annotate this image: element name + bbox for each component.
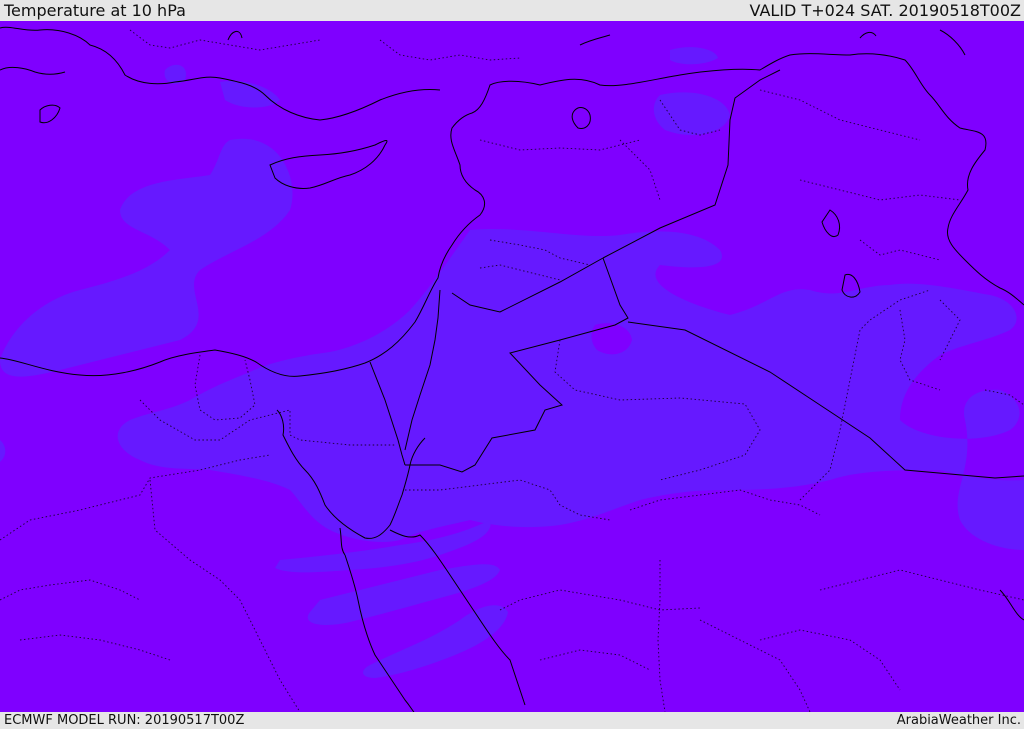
- map-title: Temperature at 10 hPa: [4, 1, 186, 20]
- credit: ArabiaWeather Inc.: [896, 713, 1021, 728]
- cooler-temperature-field: [0, 47, 1024, 678]
- model-run: ECMWF MODEL RUN: 20190517T00Z: [4, 713, 245, 728]
- temperature-map: [0, 21, 1024, 712]
- header-bar: Temperature at 10 hPa VALID T+024 SAT. 2…: [0, 0, 1024, 21]
- valid-time: VALID T+024 SAT. 20190518T00Z: [749, 1, 1021, 20]
- map-canvas: [0, 26, 1024, 712]
- footer-bar: ECMWF MODEL RUN: 20190517T00Z ArabiaWeat…: [0, 712, 1024, 729]
